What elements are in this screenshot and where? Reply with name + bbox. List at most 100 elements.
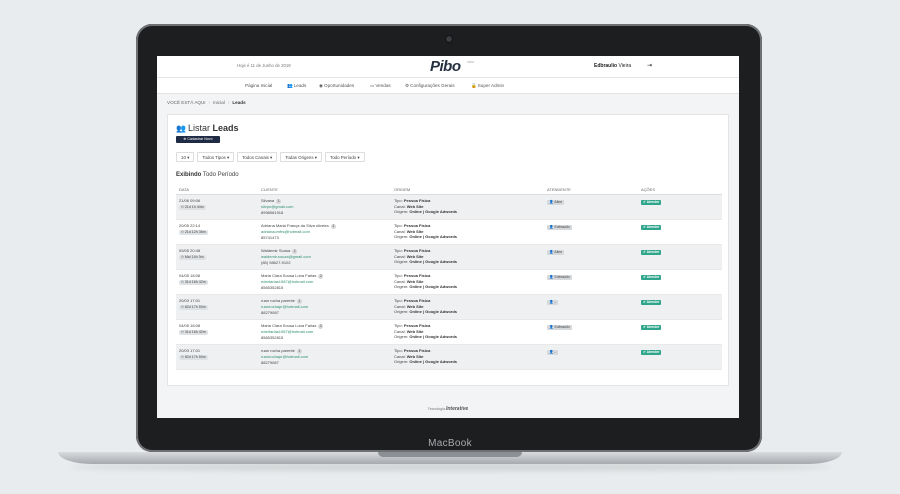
attendant-name: - [554, 300, 556, 304]
canal-value: Web Site [406, 228, 424, 234]
table-row[interactable]: 20/05 22:14 ⏲ 21d 12h 36m Adriana Maria Fr… [176, 220, 722, 245]
nav-item-oportunidades[interactable]: ◉Oportunidades [319, 83, 354, 89]
lead-date: 20/03 17:01 [179, 298, 201, 303]
check-icon: ✔ [643, 200, 646, 204]
canal-value: Web Site [406, 328, 424, 334]
attendant-badge[interactable]: 👤 Aline [547, 200, 565, 205]
client-name[interactable]: Silvana [261, 198, 274, 203]
client-name[interactable]: Maria Clara Sousa Luna Farias [261, 273, 316, 278]
filter-label: 10 [181, 155, 186, 160]
table-row[interactable]: 21/06 09:06 ⏲ 21d 1h 44m Silvana 1 silvpn@g… [176, 195, 722, 220]
new-lead-button[interactable]: ⊕ Cadastrar Novo [176, 136, 220, 143]
client-email[interactable]: silvpn@gmail.com [261, 204, 294, 210]
check-icon: ✔ [643, 325, 646, 329]
client-phone: 88279087 [261, 309, 279, 315]
user-icon: 👤 [549, 225, 554, 229]
attendant-badge[interactable]: 👤 Edbraulio [547, 325, 572, 330]
nav-label: Super Admin [477, 83, 505, 88]
showing-prefix: Exibindo [176, 172, 202, 178]
filter-period[interactable]: Todo Período ▾ [325, 152, 365, 162]
client-email[interactable]: ruanrochapr@hotmail.com [261, 354, 308, 360]
client-email[interactable]: waldemir.souza@gmail.com [261, 254, 311, 260]
nav-item-super-admin[interactable]: 🔒Super Admin [471, 83, 504, 89]
cell-date: 20/03 17:01 ⏲ 82d 17h 50m [179, 298, 208, 310]
attend-button[interactable]: ✔ Atender [641, 350, 662, 355]
user-icon: 👤 [549, 200, 554, 204]
table-row[interactable]: 20/03 17:01 ⏲ 82d 17h 50m ruan rocha paren… [176, 295, 722, 320]
check-icon: ✔ [643, 225, 646, 229]
filter-page-size[interactable]: 10 ▾ [176, 152, 195, 162]
attend-button[interactable]: ✔ Atender [641, 250, 662, 255]
filters-bar: 10 ▾ Todos Tipos ▾ Todos Canais ▾ Todas … [176, 152, 365, 162]
cell-actions: ✔ Atender [641, 249, 662, 255]
header-origem[interactable]: ORIGEM [394, 187, 410, 192]
cell-attendant: 👤 Edbraulio [547, 274, 572, 280]
attend-button[interactable]: ✔ Atender [641, 200, 662, 205]
client-name[interactable]: Maria Clara Sousa Luna Farias [261, 323, 316, 328]
attend-button[interactable]: ✔ Atender [641, 225, 662, 230]
attendant-badge[interactable]: 👤 - [547, 350, 558, 355]
tipo-value: Pessoa Física [403, 273, 431, 278]
app-logo[interactable]: Pibo [430, 58, 461, 75]
origem-value: Online | Google Adwords [409, 234, 457, 240]
attendant-name: Edbraulio [554, 275, 570, 279]
time-ago-badge: ⏲ 21d 1h 44m [179, 204, 206, 210]
client-name[interactable]: Waldemir Sousa [261, 248, 290, 253]
attendant-badge[interactable]: 👤 Aline [547, 250, 565, 255]
cell-client: ruan rocha parente 1 ruanrochapr@hotmail.… [261, 348, 308, 365]
table-row[interactable]: 04/05 18:08 ⏲ 31d 16h 42m Maria Clara Sous… [176, 320, 722, 345]
attendant-name: Edbraulio [554, 325, 570, 329]
attend-button[interactable]: ✔ Atender [641, 300, 662, 305]
canal-value: Web Site [406, 353, 424, 359]
check-icon: ✔ [643, 275, 646, 279]
client-name[interactable]: Adriana Maria França da Silva oliveira [261, 223, 329, 228]
cell-attendant: 👤 Aline [547, 199, 565, 205]
client-email[interactable]: ruanrochapr@hotmail.com [261, 304, 308, 310]
lead-count-badge: 2 [318, 324, 324, 329]
user-name[interactable]: Edbraulio Vieira [594, 63, 631, 69]
time-ago: Mai 14h 3m [184, 254, 204, 259]
attendant-badge[interactable]: 👤 - [547, 300, 558, 305]
footer-brand[interactable]: Interative [446, 406, 468, 412]
table-row[interactable]: 09/05 20:48 ⏲ Mai 14h 3m Waldemir Sousa 1w… [176, 245, 722, 270]
nav-item-vendas[interactable]: ▭Vendas [370, 83, 391, 89]
header-cliente[interactable]: CLIENTE [261, 187, 278, 192]
origem-value: Online | Google Adwords [409, 309, 457, 315]
nav-label: Leads [293, 83, 307, 88]
attend-label: Atender [646, 350, 660, 354]
cell-client: ruan rocha parente 1 ruanrochapr@hotmail.… [261, 298, 308, 315]
table-body: 21/06 09:06 ⏲ 21d 1h 44m Silvana 1 silvpn@g… [176, 195, 722, 370]
breadcrumb-home[interactable]: Inicial [213, 100, 225, 105]
nav-item-configuracoes[interactable]: ⚙Configurações Gerais [405, 83, 455, 89]
cell-client: Silvana 1 silvpn@gmail.com 8998081918 [261, 198, 294, 215]
tipo-value: Pessoa Física [403, 323, 431, 328]
filter-origins[interactable]: Todas Origens ▾ [280, 152, 322, 162]
origem-label: Origem: [394, 334, 409, 340]
attendant-badge[interactable]: 👤 Edbraulio [547, 225, 572, 230]
attendant-badge[interactable]: 👤 Edbraulio [547, 275, 572, 280]
cell-actions: ✔ Atender [641, 349, 662, 355]
lead-date: 20/05 22:14 [179, 223, 201, 228]
table-row[interactable]: 20/03 17:01 ⏲ 82d 17h 50m ruan rocha paren… [176, 345, 722, 370]
nav-item-home[interactable]: Página Inicial [245, 83, 272, 88]
camera-icon [446, 36, 452, 42]
time-ago: 21d 1h 44m [184, 204, 204, 209]
filter-channels[interactable]: Todos Canais ▾ [237, 152, 278, 162]
header-data[interactable]: DATA [179, 187, 189, 192]
cell-origin: Tipo: Pessoa Física Canal: Web Site Origem… [394, 348, 457, 365]
attend-button[interactable]: ✔ Atender [641, 275, 662, 280]
attend-button[interactable]: ✔ Atender [641, 325, 662, 330]
table-row[interactable]: 04/05 18:08 ⏲ 31d 16h 42m Maria Clara Sous… [176, 270, 722, 295]
filter-types[interactable]: Todos Tipos ▾ [197, 152, 235, 162]
canal-label: Canal: [394, 328, 406, 334]
client-name[interactable]: ruan rocha parente [261, 298, 295, 303]
cell-client: Maria Clara Sousa Luna Farias 2 ederfaria… [261, 273, 324, 290]
time-ago: 21d 12h 36m [184, 229, 206, 234]
origem-value: Online | Google Adwords [409, 259, 457, 265]
client-name[interactable]: ruan rocha parente [261, 348, 295, 353]
logout-icon[interactable]: ⇥ [647, 62, 652, 69]
user-icon: 👤 [549, 250, 554, 254]
header-atendente[interactable]: ATENDENTE [547, 187, 571, 192]
nav-item-leads[interactable]: 👥Leads [287, 83, 306, 89]
cell-origin: Tipo: Pessoa Física Canal: Web Site Origem… [394, 198, 457, 215]
